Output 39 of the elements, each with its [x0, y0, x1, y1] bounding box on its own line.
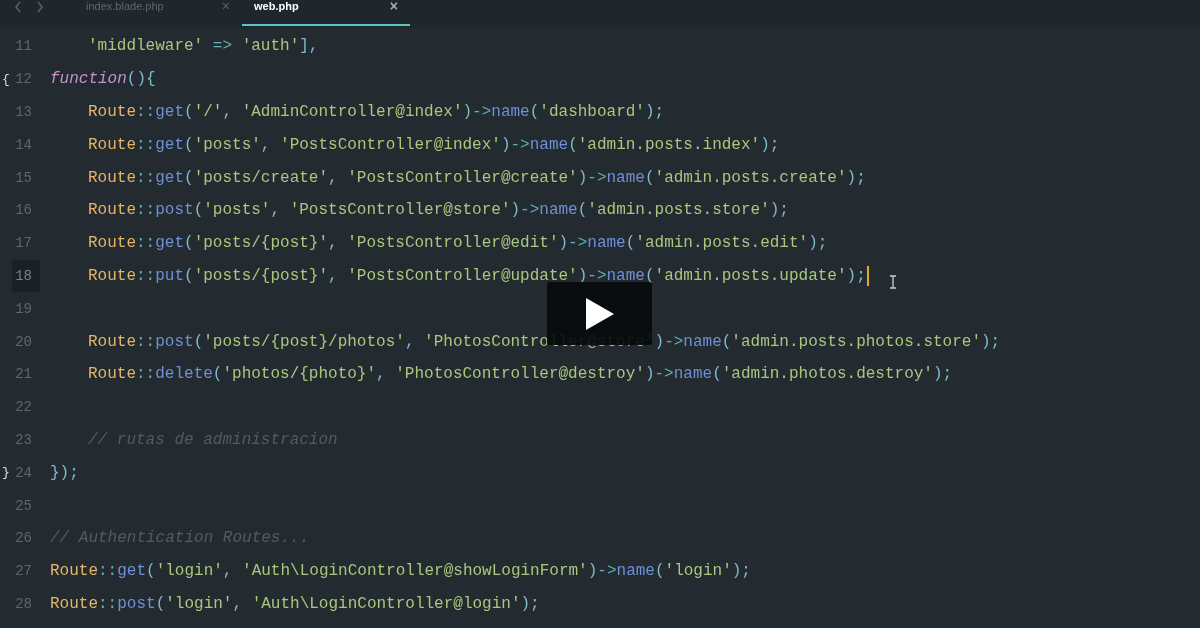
- line-number: 18: [12, 259, 40, 293]
- code-line: 'middleware' => 'auth'],: [88, 37, 319, 56]
- code-line: Route::get('posts', 'PostsController@index')->name('admin.posts.index');: [88, 135, 780, 154]
- code-line: Route::get('posts/create', 'PostsController@create')->name('admin.posts.create');: [88, 168, 866, 187]
- line-number: 19: [14, 299, 33, 319]
- forward-icon[interactable]: [36, 1, 44, 13]
- editor-tab[interactable]: web.php ×: [242, 0, 410, 26]
- line-number: 12: [14, 70, 33, 90]
- line-number: 22: [14, 398, 33, 418]
- line-number: 26: [14, 529, 33, 549]
- play-icon: [585, 297, 614, 330]
- line-number: 14: [14, 135, 33, 155]
- line-number: 15: [14, 168, 33, 188]
- line-number: 16: [14, 201, 33, 221]
- line-number: 28: [14, 594, 33, 614]
- line-number: 20: [14, 332, 33, 352]
- line-number: 27: [14, 562, 33, 582]
- line-number: 13: [14, 103, 33, 122]
- line-number: 21: [14, 365, 33, 385]
- code-line: Route::delete('photos/{photo}', 'PhotosController@destroy')->name('admin.photos.destroy');: [88, 365, 953, 384]
- line-number: 17: [14, 234, 33, 254]
- close-icon[interactable]: ×: [389, 0, 398, 12]
- line-number: 24: [14, 463, 33, 483]
- code-line: });: [50, 463, 79, 482]
- code-line: Route::post('posts/{post}/photos', 'PhotosController@store')->name('admin.posts.photos.store');: [88, 332, 1001, 351]
- code-line: function(){: [50, 70, 156, 89]
- code-line: Route::put('posts/{post}', 'PostsController@update')->name('admin.posts.update');: [88, 265, 869, 286]
- code-line: Route::get('/', 'AdminController@index')->name('dashboard');: [88, 103, 665, 121]
- line-number: 11: [14, 37, 33, 57]
- text-cursor-icon: [889, 275, 897, 289]
- fold-marker[interactable]: }: [2, 465, 10, 481]
- code-line: Route::post('login', 'Auth\LoginController@login');: [50, 594, 540, 613]
- code-line: Route::post('posts', 'PostsController@store')->name('admin.posts.store');: [88, 201, 789, 220]
- back-icon[interactable]: [14, 1, 22, 13]
- fold-marker[interactable]: {: [2, 71, 10, 87]
- line-number: 25: [14, 496, 33, 516]
- code-line: Route::get('posts/{post}', 'PostsController@edit')->name('admin.posts.edit');: [88, 234, 828, 253]
- line-number: 23: [14, 430, 33, 450]
- code-line: Route::get('login', 'Auth\LoginController@showLoginForm')->name('login');: [50, 562, 751, 581]
